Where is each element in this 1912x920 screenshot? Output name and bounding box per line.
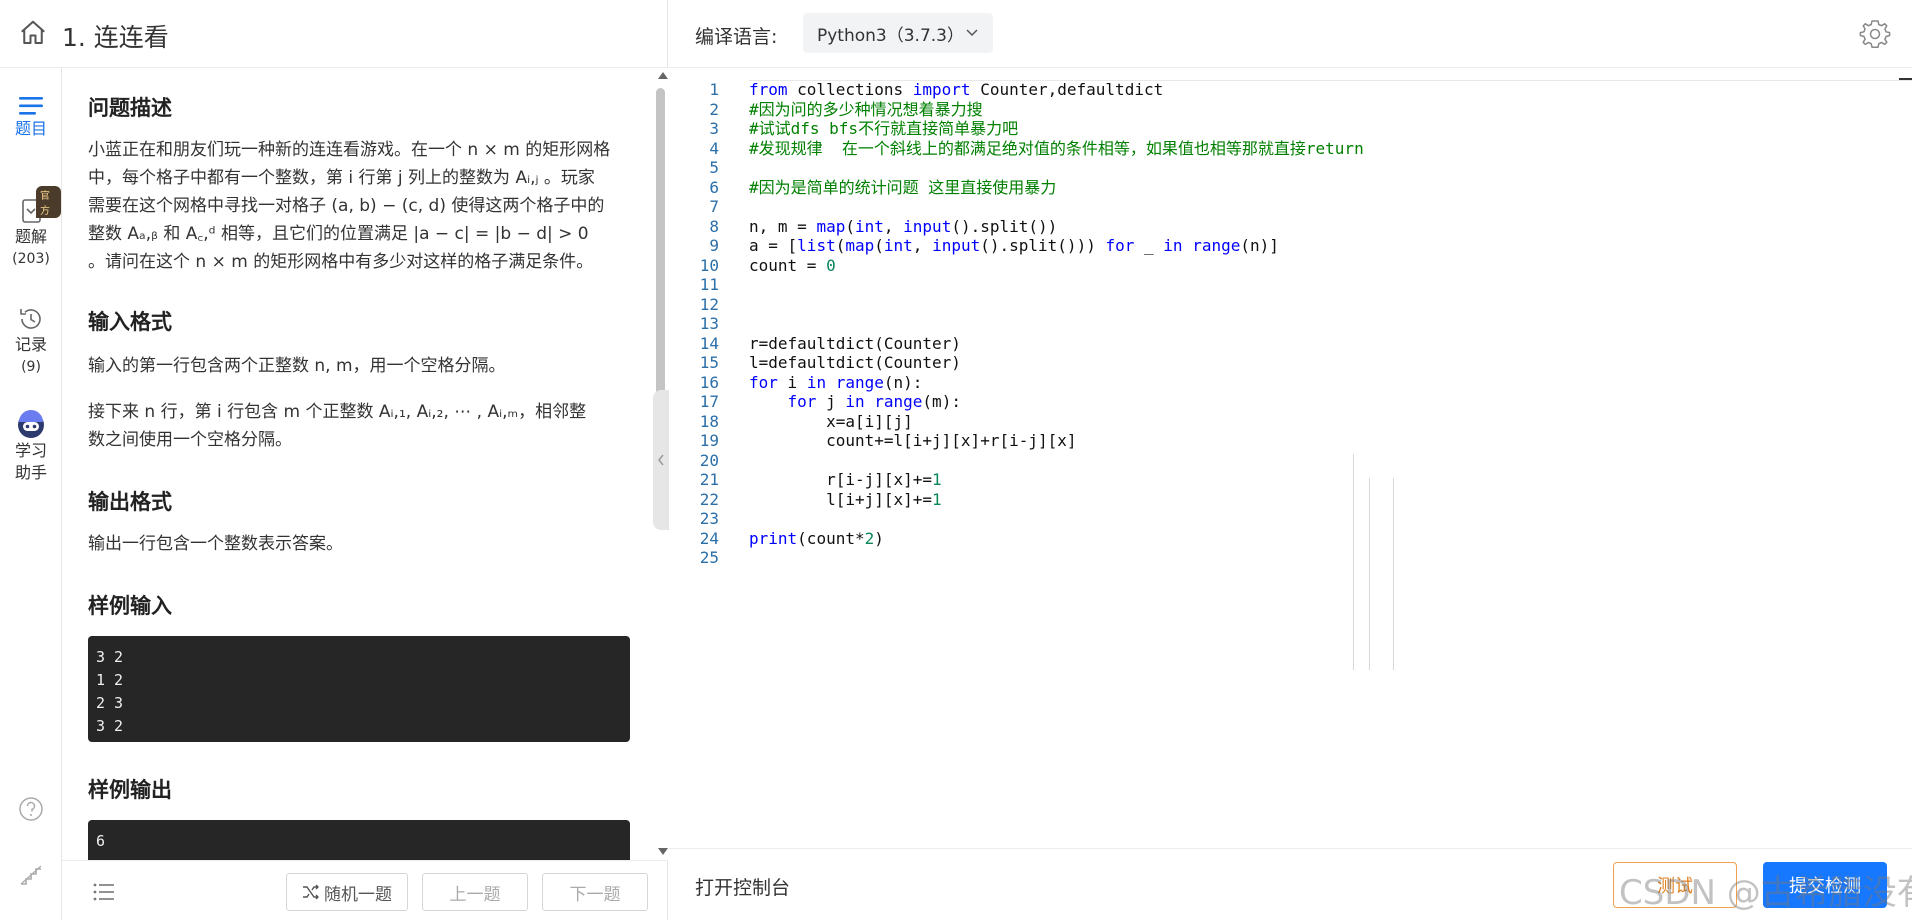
code-text: count = 0	[749, 255, 836, 275]
editor-header: 编译语言: Python3（3.7.3）	[669, 0, 1912, 68]
open-console-button[interactable]: 打开控制台	[695, 873, 790, 900]
test-label: 测试	[1657, 876, 1693, 897]
scroll-up-arrow-icon[interactable]	[658, 72, 668, 79]
random-problem-button[interactable]: 随机一题	[286, 873, 408, 911]
problem-list-icon	[19, 97, 43, 115]
submit-button[interactable]: 提交检测	[1763, 862, 1887, 908]
description-line-5: 。请问在这个 n × m 的矩形网格中有多少对这样的格子满足条件。	[88, 252, 594, 272]
minimap-marker	[1899, 78, 1912, 80]
sample-input-line: 1 2	[96, 671, 124, 689]
list-icon[interactable]	[92, 881, 116, 903]
submit-label: 提交检测	[1789, 876, 1861, 897]
section-heading-sample-output: 样例输出	[88, 778, 172, 802]
code-text: #因为是简单的统计问题 这里直接使用暴力	[749, 177, 1057, 197]
language-label: 编译语言:	[695, 26, 778, 48]
sidebar-item-label: 题解	[14, 227, 47, 246]
collapse-panel-handle[interactable]	[653, 390, 669, 530]
indent-guide	[1393, 478, 1394, 670]
line-number: 25	[699, 548, 719, 567]
language-value: Python3（3.7.3）	[817, 25, 964, 46]
code-text: count+=l[i+j][x]+r[i-j][x]	[749, 431, 1077, 450]
code-editor[interactable]: 1 from collections import Counter,default…	[669, 68, 1912, 848]
sample-output-line: 6	[96, 832, 106, 850]
sample-output-block: 6	[88, 820, 630, 860]
chevron-down-icon	[966, 29, 978, 37]
sample-input-block: 3 2 1 2 2 3 3 2	[88, 636, 630, 742]
sample-input-line: 2 3	[96, 694, 124, 712]
sidebar-item-assistant[interactable]: 学习 助手	[0, 408, 62, 484]
test-button[interactable]: 测试	[1613, 862, 1737, 908]
sidebar-item-label: 学习	[14, 441, 47, 460]
sample-input-line: 3 2	[96, 717, 124, 735]
input-format-line-2: 接下来 n 行，第 i 行包含 m 个正整数 Aᵢ,₁, Aᵢ,₂, ⋯ , A…	[88, 402, 587, 422]
description-line-3: 需要在这个网格中寻找一对格子 (a, b) − (c, d) 使得这两个格子中的	[88, 196, 605, 216]
sidebar-item-label-2: 助手	[14, 463, 47, 482]
scroll-down-arrow-icon[interactable]	[658, 848, 668, 855]
next-problem-label: 下一题	[569, 884, 621, 905]
sample-input-line: 3 2	[96, 648, 124, 666]
code-text: #发现规律 在一个斜线上的都满足绝对值的条件相等，如果值也相等那就直接retur…	[749, 138, 1364, 158]
problem-description: 问题描述 小蓝正在和朋友们玩一种新的连连看游戏。在一个 n × m 的矩形网格 …	[62, 68, 654, 860]
description-line-4: 整数 Aₐ,ᵦ 和 A꜀,ᵈ 相等，且它们的位置满足 |a − c| = |b …	[88, 224, 589, 244]
section-heading-description: 问题描述	[88, 96, 172, 120]
next-problem-button[interactable]: 下一题	[542, 873, 648, 911]
indent-guide	[1353, 454, 1354, 670]
input-format-line-3: 数之间使用一个空格分隔。	[88, 430, 292, 450]
description-line-2: 中，每个格子中都有一个整数，第 i 行第 j 列上的整数为 Aᵢ,ⱼ 。玩家	[88, 168, 595, 188]
gear-icon[interactable]	[1859, 18, 1891, 50]
section-heading-sample-input: 样例输入	[88, 594, 172, 618]
section-heading-output: 输出格式	[88, 490, 172, 514]
code-text: l[i+j][x]+=1	[749, 489, 942, 509]
random-problem-label: 随机一题	[324, 884, 392, 905]
solution-count: (203)	[12, 251, 50, 267]
chevron-left-icon	[658, 454, 664, 466]
problem-header: 1. 连连看	[0, 0, 668, 68]
language-select[interactable]: Python3（3.7.3）	[803, 13, 993, 53]
prev-problem-button[interactable]: 上一题	[422, 873, 528, 911]
problem-footer: 随机一题 上一题 下一题	[62, 860, 668, 920]
output-format-line-1: 输出一行包含一个整数表示答案。	[88, 534, 343, 554]
indent-guide	[1369, 478, 1370, 670]
official-badge: 官方	[36, 186, 61, 218]
shuffle-icon	[303, 884, 319, 900]
history-icon	[20, 309, 41, 329]
description-line-1: 小蓝正在和朋友们玩一种新的连连看游戏。在一个 n × m 的矩形网格	[88, 140, 611, 160]
stairs-icon[interactable]	[18, 862, 44, 888]
code-text: print(count*2)	[749, 528, 884, 548]
record-count: (9)	[21, 359, 41, 375]
home-icon[interactable]	[18, 18, 48, 48]
page-title: 1. 连连看	[62, 23, 169, 52]
section-heading-input: 输入格式	[88, 310, 172, 334]
sidebar-item-label: 题目	[14, 119, 47, 138]
help-icon[interactable]	[18, 796, 44, 822]
prev-problem-label: 上一题	[449, 884, 501, 905]
robot-assistant-icon	[18, 410, 44, 438]
input-format-line-1: 输入的第一行包含两个正整数 n, m，用一个空格分隔。	[88, 356, 506, 376]
sidebar-item-problem[interactable]: 题目	[0, 94, 62, 140]
sidebar-item-label: 记录	[14, 335, 47, 354]
editor-footer: 打开控制台 测试 提交检测 CSDN @古希腊没有书	[669, 848, 1912, 920]
sidebar-item-records[interactable]: 记录 (9)	[0, 304, 62, 378]
sidebar: 题目 题解 (203) 官方 记录 (9) 学习 助手	[0, 68, 62, 920]
